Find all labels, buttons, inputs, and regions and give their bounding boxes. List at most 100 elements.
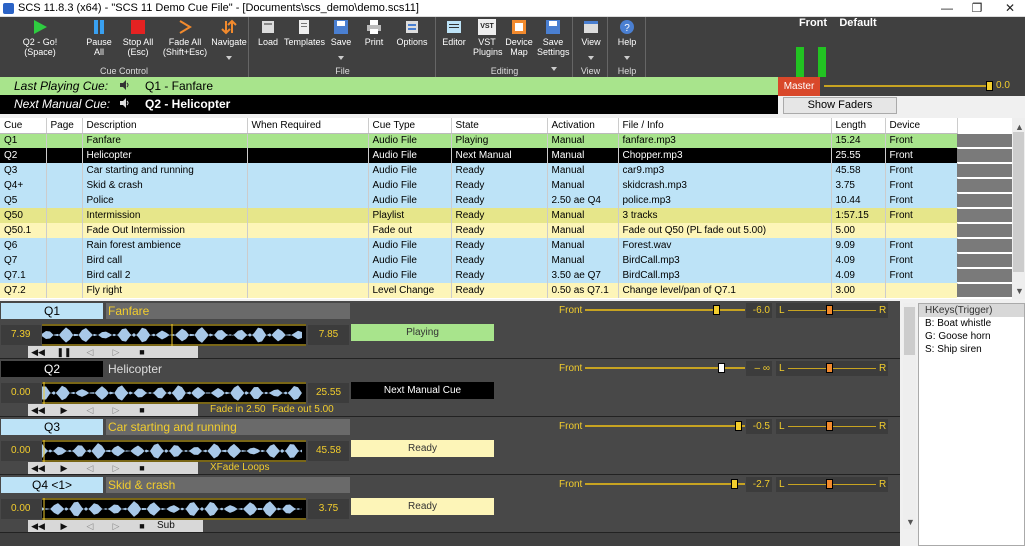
rewind-button[interactable]: ◀◀ <box>30 520 46 532</box>
save-dropdown-icon[interactable] <box>338 56 344 60</box>
stop-button[interactable]: ■ <box>134 404 150 416</box>
table-row[interactable]: Q50.1 Fade Out Intermission Fade out Ready M… <box>0 223 958 238</box>
scroll-up-icon[interactable]: ▲ <box>1015 122 1024 132</box>
table-row[interactable]: Q1 Fanfare Audio File Playing Manual fanfare.… <box>0 133 958 148</box>
column-header[interactable]: When Required <box>247 118 369 134</box>
table-row[interactable]: Q5 Police Audio File Ready 2.50 ae Q4 police.… <box>0 193 958 208</box>
column-header[interactable]: State <box>451 118 548 134</box>
release-button[interactable]: ▷ <box>108 346 124 358</box>
maximize-button[interactable]: ❐ <box>962 0 992 17</box>
default-tab[interactable]: Default <box>837 17 879 30</box>
column-header[interactable]: Page <box>46 118 83 134</box>
scroll-down-icon[interactable]: ▼ <box>1015 286 1024 296</box>
waveform[interactable] <box>42 440 306 462</box>
hotkey-item[interactable]: B: Boat whistle <box>919 317 1024 330</box>
level-fader[interactable] <box>585 479 745 489</box>
play-pause-button[interactable]: ▶ <box>56 462 72 474</box>
stop-all-button[interactable]: Stop All (Esc) <box>121 19 155 57</box>
level-fader-knob[interactable] <box>731 479 738 489</box>
show-faders-button[interactable]: Show Faders <box>783 97 897 114</box>
play-pause-button[interactable]: ❚❚ <box>56 346 72 358</box>
level-fader-knob[interactable] <box>735 421 742 431</box>
pan-control[interactable]: LR <box>776 303 888 318</box>
table-row[interactable]: Q50 Intermission Playlist Ready Manual 3 trac… <box>0 208 958 223</box>
close-button[interactable]: ✕ <box>995 0 1025 17</box>
pan-control[interactable]: LR <box>776 419 888 434</box>
stop-button[interactable]: ■ <box>134 520 150 532</box>
save-settings-button[interactable]: Save Settings <box>537 19 570 57</box>
vst-plugins-button[interactable]: VST VST Plugins <box>473 19 503 57</box>
release-button[interactable]: ▷ <box>108 462 124 474</box>
column-header[interactable]: Length <box>831 118 886 134</box>
pan-control[interactable]: LR <box>776 361 888 376</box>
level-fader-knob[interactable] <box>718 363 725 373</box>
hotkey-item[interactable]: S: Ship siren <box>919 343 1024 356</box>
pause-all-button[interactable]: Pause All <box>83 19 115 57</box>
fade-out-button[interactable]: ◁ <box>82 520 98 532</box>
column-header[interactable]: Description <box>82 118 248 134</box>
play-pause-button[interactable]: ▶ <box>56 520 72 532</box>
templates-button[interactable]: Templates <box>284 19 325 47</box>
hotkey-item[interactable]: G: Goose horn <box>919 330 1024 343</box>
scroll-thumb[interactable] <box>1013 132 1024 272</box>
editor-button[interactable]: Editor <box>441 19 467 47</box>
column-header[interactable]: Activation <box>547 118 619 134</box>
navigate-dropdown-icon[interactable] <box>226 56 232 60</box>
pan-control[interactable]: LR <box>776 477 888 492</box>
column-header[interactable]: Cue Type <box>368 118 452 134</box>
table-row[interactable]: Q6 Rain forest ambience Audio File Ready Man… <box>0 238 958 253</box>
release-button[interactable]: ▷ <box>108 404 124 416</box>
stop-button[interactable]: ■ <box>134 346 150 358</box>
load-button[interactable]: Load <box>256 19 280 47</box>
go-button[interactable]: Q2 - Go! (Space) <box>22 19 58 57</box>
column-header[interactable]: File / Info <box>618 118 832 134</box>
pan-knob[interactable] <box>826 305 833 315</box>
column-header[interactable]: Device <box>885 118 958 134</box>
level-fader[interactable] <box>585 363 745 373</box>
table-row[interactable]: Q3 Car starting and running Audio File Read… <box>0 163 958 178</box>
panels-scrollbar[interactable]: ▼ <box>903 303 916 529</box>
fade-out-button[interactable]: ◁ <box>82 346 98 358</box>
front-tab[interactable]: Front <box>792 17 834 30</box>
pan-knob[interactable] <box>826 421 833 431</box>
level-fader-knob[interactable] <box>713 305 720 315</box>
pan-knob[interactable] <box>826 363 833 373</box>
table-row[interactable]: Q7.2 Fly right Level Change Ready 0.50 as Q7… <box>0 283 958 298</box>
fade-out-button[interactable]: ◁ <box>82 404 98 416</box>
waveform[interactable] <box>42 382 306 404</box>
waveform[interactable] <box>42 324 306 346</box>
rewind-button[interactable]: ◀◀ <box>30 462 46 474</box>
help-dropdown-icon[interactable] <box>624 56 630 60</box>
table-row[interactable]: Q7 Bird call Audio File Ready Manual BirdCall… <box>0 253 958 268</box>
device-map-button[interactable]: Device Map <box>504 19 534 57</box>
table-row[interactable]: Q2 Helicopter Audio File Next Manual Manual C… <box>0 148 958 163</box>
panels-scroll-thumb[interactable] <box>904 307 915 355</box>
play-pause-button[interactable]: ▶ <box>56 404 72 416</box>
view-dropdown-icon[interactable] <box>588 56 594 60</box>
table-cell <box>247 163 369 178</box>
fade-out-button[interactable]: ◁ <box>82 462 98 474</box>
rewind-button[interactable]: ◀◀ <box>30 346 46 358</box>
table-row[interactable]: Q7.1 Bird call 2 Audio File Ready 3.50 ae Q7… <box>0 268 958 283</box>
navigate-button[interactable]: Navigate <box>210 19 248 47</box>
minimize-button[interactable]: — <box>932 0 962 17</box>
cue-list-scrollbar[interactable]: ▲ ▼ <box>1012 118 1025 299</box>
master-fader[interactable] <box>824 81 993 91</box>
fade-all-button[interactable]: Fade All (Shift+Esc) <box>162 19 208 57</box>
column-header[interactable]: Cue <box>0 118 47 134</box>
options-button[interactable]: Options <box>396 19 428 47</box>
save-button[interactable]: Save <box>329 19 353 47</box>
pan-knob[interactable] <box>826 479 833 489</box>
table-row[interactable]: Q4+ Skid & crash Audio File Ready Manual skid… <box>0 178 958 193</box>
level-fader[interactable] <box>585 305 745 315</box>
release-button[interactable]: ▷ <box>108 520 124 532</box>
waveform[interactable] <box>42 498 306 520</box>
print-button[interactable]: Print <box>363 19 385 47</box>
scroll-down-icon[interactable]: ▼ <box>906 517 915 527</box>
help-button[interactable]: ? Help <box>614 19 640 47</box>
master-fader-knob[interactable] <box>986 81 993 91</box>
rewind-button[interactable]: ◀◀ <box>30 404 46 416</box>
level-fader[interactable] <box>585 421 745 431</box>
stop-button[interactable]: ■ <box>134 462 150 474</box>
view-button[interactable]: View <box>578 19 604 47</box>
